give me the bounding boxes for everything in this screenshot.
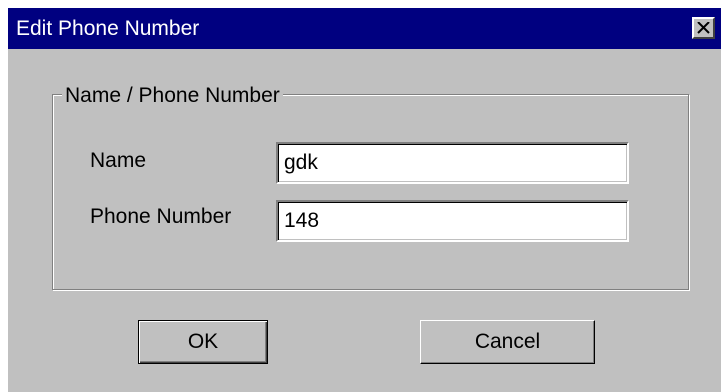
window-title: Edit Phone Number	[16, 17, 200, 40]
cancel-button[interactable]: Cancel	[420, 320, 595, 364]
cancel-button-label: Cancel	[474, 330, 541, 353]
phone-number-input[interactable]	[276, 200, 629, 242]
name-label: Name	[90, 149, 147, 172]
phone-number-label: Phone Number	[90, 205, 232, 228]
name-input[interactable]	[276, 142, 629, 184]
name-phone-groupbox	[52, 94, 689, 290]
edit-phone-number-dialog: Edit Phone Number Name / Phone Number Na…	[8, 8, 721, 392]
close-button[interactable]	[692, 17, 715, 39]
groupbox-legend: Name / Phone Number	[62, 84, 283, 108]
ok-button-label: OK	[187, 330, 219, 353]
ok-button[interactable]: OK	[138, 320, 268, 364]
title-bar[interactable]: Edit Phone Number	[8, 8, 721, 49]
close-x-icon	[697, 22, 710, 34]
